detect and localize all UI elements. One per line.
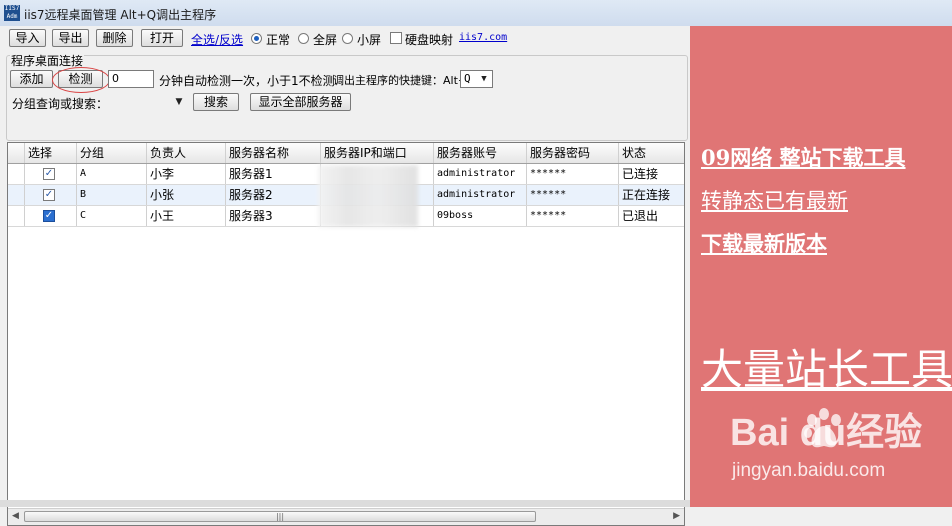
watermark-url: jingyan.baidu.com — [732, 460, 886, 481]
delete-button[interactable]: 删除 — [96, 29, 133, 47]
disk-mapping-label: 硬盘映射 — [405, 33, 454, 47]
view-fullscreen-label: 全屏 — [313, 33, 338, 47]
main-panel: 导入 导出 删除 打开 全选/反选 正常 全屏 小屏 硬盘映射 iis7.com… — [0, 26, 690, 526]
select-cell[interactable]: ✓ — [25, 164, 77, 184]
server-table: 选择 分组 负责人 服务器名称 服务器IP和端口 服务器账号 服务器密码 状态 … — [7, 142, 685, 526]
status-cell: 正在连接 — [622, 188, 671, 202]
horizontal-scrollbar[interactable]: ◀ ||| ▶ — [8, 508, 684, 525]
interval-input[interactable]: 0 — [108, 70, 154, 88]
highlight-circle — [52, 67, 110, 93]
scroll-left-icon[interactable]: ◀ — [12, 511, 19, 521]
row-header — [8, 185, 25, 205]
column-header[interactable]: 状态 — [619, 143, 684, 163]
ad-link-webmaster-tools[interactable]: 大量站长工具 — [701, 336, 952, 397]
add-button[interactable]: 添加 — [10, 70, 53, 88]
chevron-down-icon: ▼ — [175, 97, 183, 107]
table-header: 选择 分组 负责人 服务器名称 服务器IP和端口 服务器账号 服务器密码 状态 — [8, 143, 684, 164]
ip-redaction-blur — [318, 165, 418, 227]
ad-link-download-tool[interactable]: 09网络 整站下载工具 — [701, 142, 906, 172]
column-header[interactable]: 服务器密码 — [527, 143, 619, 163]
group-cell: A — [77, 164, 147, 184]
scrollbar-thumb[interactable]: ||| — [24, 511, 536, 522]
password-cell: ****** — [527, 164, 619, 184]
server-name-cell: 服务器2 — [226, 185, 321, 205]
owner-cell: 小张 — [147, 185, 226, 205]
show-all-servers-button[interactable]: 显示全部服务器 — [250, 93, 351, 111]
status-strip — [0, 500, 690, 507]
select-cell[interactable]: ✓ — [25, 185, 77, 205]
view-small-radio[interactable] — [342, 33, 353, 44]
owner-cell: 小王 — [147, 206, 226, 226]
scroll-right-icon[interactable]: ▶ — [673, 511, 680, 521]
column-header[interactable]: 分组 — [77, 143, 147, 163]
hotkey-value: Q — [464, 72, 471, 85]
open-button[interactable]: 打开 — [141, 29, 183, 47]
server-name-cell: 服务器1 — [226, 164, 321, 184]
row-checkbox[interactable]: ✓ — [43, 210, 55, 222]
status-cell: 已退出 — [622, 209, 659, 223]
column-header[interactable]: 负责人 — [147, 143, 226, 163]
column-header[interactable]: 服务器名称 — [226, 143, 321, 163]
baidu-jingyan-watermark: Bai du经验 — [730, 412, 923, 454]
disk-mapping-checkbox[interactable] — [390, 32, 402, 44]
search-button[interactable]: 搜索 — [193, 93, 239, 111]
hotkey-select[interactable]: Q ▼ — [460, 70, 493, 88]
iis7-link[interactable]: iis7.com — [459, 32, 507, 43]
ad-link-static[interactable]: 转静态已有最新 — [701, 185, 848, 215]
chevron-down-icon: ▼ — [481, 74, 487, 84]
status-cell: 已连接 — [622, 167, 659, 181]
column-header[interactable]: 服务器IP和端口 — [321, 143, 434, 163]
account-cell: administrator — [434, 185, 527, 205]
row-header — [8, 206, 25, 226]
hotkey-text: 调出主程序的快捷键：Alt+ — [333, 74, 468, 87]
search-combo[interactable]: ▼ — [108, 93, 188, 111]
group-cell: B — [77, 185, 147, 205]
account-cell: 09boss — [434, 206, 527, 226]
owner-cell: 小李 — [147, 164, 226, 184]
row-header-corner — [8, 143, 25, 163]
server-name-cell: 服务器3 — [226, 206, 321, 226]
view-fullscreen-radio[interactable] — [298, 33, 309, 44]
column-header[interactable]: 选择 — [25, 143, 77, 163]
interval-text: 分钟自动检测一次，小于1不检测 — [159, 74, 335, 88]
row-checkbox[interactable]: ✓ — [43, 168, 55, 180]
window-title: iis7远程桌面管理 Alt+Q调出主程序 — [24, 8, 217, 22]
password-cell: ****** — [527, 185, 619, 205]
app-icon: IIS7 Adm — [4, 5, 20, 21]
account-cell: administrator — [434, 164, 527, 184]
ad-panel: 09网络 整站下载工具 转静态已有最新 下载最新版本 大量站长工具 Bai du… — [690, 26, 952, 507]
column-header[interactable]: 服务器账号 — [434, 143, 527, 163]
export-button[interactable]: 导出 — [52, 29, 89, 47]
import-button[interactable]: 导入 — [9, 29, 46, 47]
select-cell[interactable]: ✓ — [25, 206, 77, 226]
row-checkbox[interactable]: ✓ — [43, 189, 55, 201]
view-normal-radio[interactable] — [251, 33, 262, 44]
select-all-link[interactable]: 全选/反选 — [191, 31, 243, 48]
title-bar: IIS7 Adm iis7远程桌面管理 Alt+Q调出主程序 — [0, 0, 952, 27]
group-cell: C — [77, 206, 147, 226]
search-label: 分组查询或搜索： — [12, 97, 109, 111]
view-normal-label: 正常 — [266, 33, 291, 47]
row-header — [8, 164, 25, 184]
ad-link-latest-version[interactable]: 下载最新版本 — [701, 228, 827, 258]
view-small-label: 小屏 — [357, 33, 382, 47]
password-cell: ****** — [527, 206, 619, 226]
